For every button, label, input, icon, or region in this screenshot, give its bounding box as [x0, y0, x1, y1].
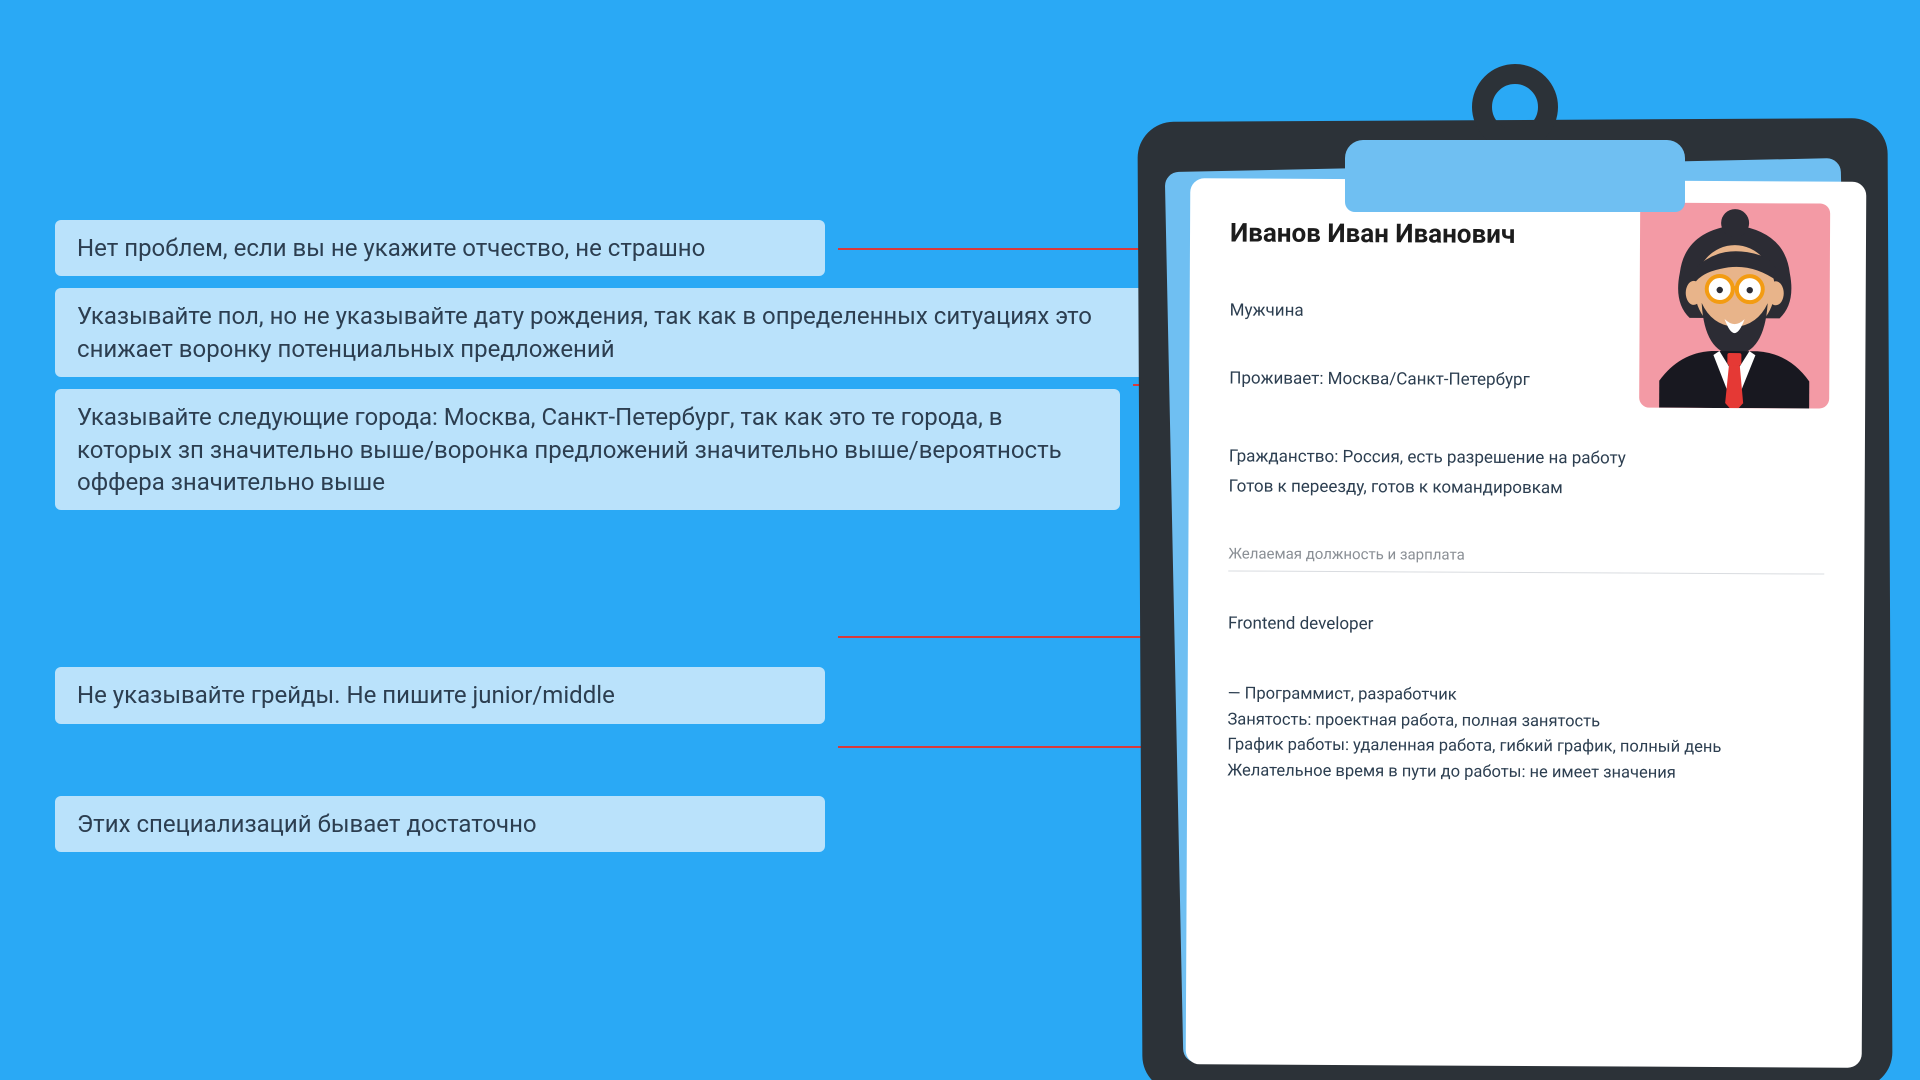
clipboard: Иванов Иван Иванович Мужчина Проживает: …: [1140, 70, 1890, 1080]
callout-gender-dob: Указывайте пол, но не указывайте дату ро…: [55, 288, 1155, 377]
resume-schedule: График работы: удаленная работа, гибкий …: [1227, 733, 1823, 762]
resume-citizenship: Гражданство: Россия, есть разрешение на …: [1229, 446, 1825, 469]
callout-grades: Не указывайте грейды. Не пишите junior/m…: [55, 667, 825, 723]
callout-specializations: Этих специализаций бывает достаточно: [55, 796, 825, 852]
avatar-illustration-icon: [1639, 203, 1830, 409]
resume-commute: Желательное время в пути до работы: не и…: [1227, 758, 1823, 787]
resume-sheet: Иванов Иван Иванович Мужчина Проживает: …: [1186, 178, 1867, 1068]
resume-spec-line: — Программист, разработчик: [1228, 681, 1824, 710]
clipboard-clip-icon: [1345, 140, 1685, 212]
resume-details-block: — Программист, разработчик Занятость: пр…: [1227, 681, 1824, 786]
callout-cities: Указывайте следующие города: Москва, Сан…: [55, 389, 1120, 510]
resume-employment: Занятость: проектная работа, полная заня…: [1227, 707, 1823, 736]
resume-role: Frontend developer: [1228, 613, 1824, 636]
callouts-column: Нет проблем, если вы не укажите отчество…: [55, 220, 1155, 864]
avatar: [1639, 203, 1830, 409]
clipboard-ring-icon: [1472, 64, 1558, 150]
callout-patronymic: Нет проблем, если вы не укажите отчество…: [55, 220, 825, 276]
resume-section-label: Желаемая должность и зарплата: [1228, 544, 1824, 574]
resume-relocation: Готов к переезду, готов к командировкам: [1229, 476, 1825, 499]
